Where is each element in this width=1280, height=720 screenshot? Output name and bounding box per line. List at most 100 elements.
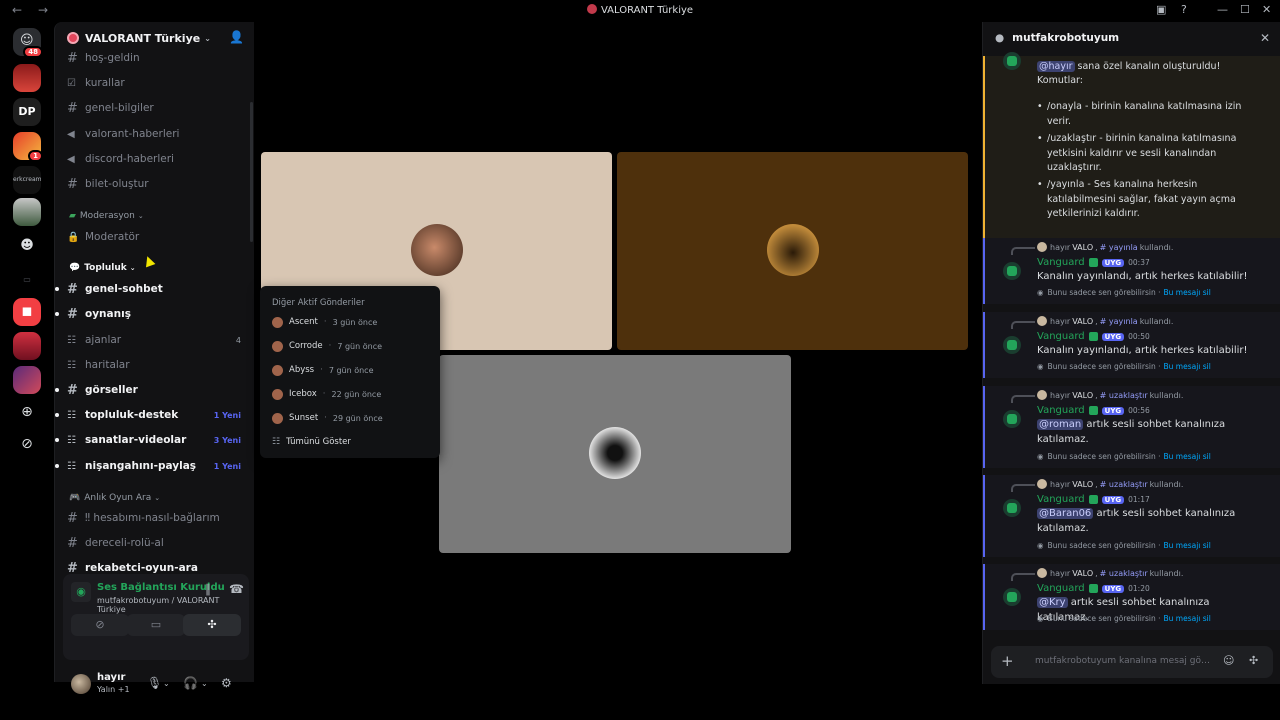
invite-people-icon[interactable]: 👤	[229, 30, 244, 44]
channel-item[interactable]: ☑ kurallar	[67, 73, 247, 93]
channel-item[interactable]: ☷ ajanlar 4	[67, 330, 247, 350]
channel-item[interactable]: # hoş-geldin	[67, 48, 247, 68]
channel-item[interactable]: ☷ topluluk-destek 1 Yeni	[55, 405, 247, 425]
user-mention[interactable]: @Kry	[1037, 597, 1068, 608]
plus-icon[interactable]: +	[1001, 652, 1014, 670]
command-name[interactable]: # yayınla	[1100, 243, 1138, 252]
server-icon[interactable]	[13, 332, 41, 360]
category-community[interactable]: 💬 Topluluk ⌄	[69, 263, 136, 273]
apps-icon[interactable]: ✣	[1249, 654, 1258, 667]
category-moderation[interactable]: ▰ Moderasyon ⌄	[69, 211, 144, 221]
reply-user[interactable]: hayır	[1050, 391, 1070, 400]
popup-item[interactable]: Sunset · 29 gün önce	[272, 410, 383, 426]
headphones-icon[interactable]: 🎧	[183, 676, 198, 690]
channel-item[interactable]: ◀ valorant-haberleri	[67, 124, 247, 144]
server-icon[interactable]: DP	[13, 98, 41, 126]
username[interactable]: hayır	[97, 672, 125, 683]
reply-user[interactable]: hayır	[1050, 317, 1070, 326]
delete-message-link[interactable]: Bu mesajı sil	[1164, 362, 1211, 371]
channel-item[interactable]: ☷ nişangahını-paylaş 1 Yeni	[55, 456, 247, 476]
command-name[interactable]: # uzaklaştır	[1100, 569, 1148, 578]
close-icon[interactable]: ✕	[1260, 31, 1270, 45]
screen-share-button[interactable]: ▭	[127, 614, 185, 636]
server-icon[interactable]: ▭	[13, 266, 41, 294]
participant-tile[interactable]	[439, 355, 791, 553]
add-server-icon[interactable]: ⊕	[17, 402, 37, 422]
camera-off-button[interactable]: ⊘	[71, 614, 129, 636]
server-icon[interactable]: ◼	[13, 298, 41, 326]
composer-placeholder[interactable]: mutfakrobotuyum kanalına mesaj gönder	[1035, 656, 1210, 666]
server-icon[interactable]	[13, 366, 41, 394]
category-lfg[interactable]: 🎮 Anlık Oyun Ara ⌄	[69, 493, 160, 503]
channel-item[interactable]: # genel-bilgiler	[67, 98, 247, 118]
show-all-link[interactable]: ☷ Tümünü Göster	[272, 434, 351, 450]
bot-avatar[interactable]	[1003, 588, 1021, 606]
voice-channel[interactable]: mutfakrobotuyum / VALORANT Türkiye	[97, 596, 249, 614]
bot-name[interactable]: Vanguard	[1037, 494, 1085, 505]
maximize-icon[interactable]: ☐	[1240, 3, 1250, 16]
home-button[interactable]: ☺ 48	[13, 28, 43, 58]
bot-name[interactable]: Vanguard	[1037, 257, 1085, 268]
hash-icon: #	[67, 535, 78, 551]
delete-message-link[interactable]: Bu mesajı sil	[1164, 288, 1211, 297]
settings-gear-icon[interactable]: ⚙	[221, 676, 232, 690]
sidebar-scrollbar[interactable]	[250, 102, 253, 242]
popup-item[interactable]: Ascent · 3 gün önce	[272, 314, 377, 330]
bot-name[interactable]: Vanguard	[1037, 331, 1085, 342]
channel-item[interactable]: ☷ sanatlar-videolar 3 Yeni	[55, 430, 247, 450]
activities-button[interactable]: ✣	[183, 614, 241, 636]
delete-message-link[interactable]: Bu mesajı sil	[1164, 614, 1211, 623]
channel-item[interactable]: ◀ discord-haberleri	[67, 149, 247, 169]
avatar[interactable]	[71, 674, 91, 694]
participant-tile[interactable]	[617, 152, 968, 350]
server-icon[interactable]: ☻	[13, 232, 41, 260]
popup-item[interactable]: Corrode · 7 gün önce	[272, 338, 382, 354]
bot-avatar[interactable]	[1003, 410, 1021, 428]
server-icon[interactable]: erkcream	[13, 166, 41, 194]
chevron-down-icon[interactable]: ⌄	[201, 679, 208, 688]
channel-item[interactable]: # genel-sohbet	[55, 279, 247, 299]
discover-icon[interactable]: ⊘	[17, 434, 37, 454]
help-icon[interactable]: ?	[1181, 3, 1187, 16]
server-icon[interactable]: 1	[13, 132, 43, 162]
noise-suppression-icon[interactable]: ∥	[205, 582, 211, 596]
bot-avatar[interactable]	[1003, 262, 1021, 280]
user-mention[interactable]: @hayır	[1037, 61, 1075, 72]
command-name[interactable]: # uzaklaştır	[1100, 480, 1148, 489]
reply-user[interactable]: hayır	[1050, 480, 1070, 489]
disconnect-icon[interactable]: ☎	[229, 582, 244, 596]
delete-message-link[interactable]: Bu mesajı sil	[1164, 541, 1211, 550]
server-icon[interactable]	[13, 198, 41, 226]
forum-icon: ☷	[272, 437, 281, 447]
channel-item[interactable]: # dereceli-rolü-al	[67, 533, 247, 553]
command-name[interactable]: # uzaklaştır	[1100, 391, 1148, 400]
reply-user[interactable]: hayır	[1050, 569, 1070, 578]
server-tag: VALO	[1072, 242, 1094, 252]
bot-avatar[interactable]	[1003, 499, 1021, 517]
channel-item[interactable]: # oynanış	[55, 304, 247, 324]
minimize-icon[interactable]: —	[1217, 3, 1228, 16]
popup-item[interactable]: Icebox · 22 gün önce	[272, 386, 381, 402]
inbox-icon[interactable]: ▣	[1156, 3, 1166, 16]
server-icon[interactable]	[13, 64, 41, 92]
microphone-icon[interactable]: 🎙	[147, 676, 162, 690]
channel-item[interactable]: # bilet-oluştur	[67, 174, 247, 194]
reply-user[interactable]: hayır	[1050, 243, 1070, 252]
server-tag: VALO	[1072, 390, 1094, 400]
bot-avatar[interactable]	[1003, 336, 1021, 354]
popup-item[interactable]: Abyss · 7 gün önce	[272, 362, 374, 378]
user-mention[interactable]: @Baran06	[1037, 508, 1094, 519]
close-window-icon[interactable]: ✕	[1262, 3, 1271, 16]
channel-item[interactable]: # görseller	[55, 380, 247, 400]
user-mention[interactable]: @roman	[1037, 419, 1084, 430]
channel-item[interactable]: # ‼ hesabımı-nasıl-bağlarım	[67, 508, 247, 528]
bot-name[interactable]: Vanguard	[1037, 405, 1085, 416]
channel-item[interactable]: 🔒 Moderatör	[67, 227, 247, 247]
bot-name[interactable]: Vanguard	[1037, 583, 1085, 594]
channel-item[interactable]: ☷ haritalar	[67, 355, 247, 375]
delete-message-link[interactable]: Bu mesajı sil	[1164, 452, 1211, 461]
message-composer[interactable]: + mutfakrobotuyum kanalına mesaj gönder …	[991, 646, 1273, 678]
chevron-down-icon[interactable]: ⌄	[163, 679, 170, 688]
emoji-icon[interactable]: ☺	[1223, 654, 1234, 667]
command-name[interactable]: # yayınla	[1100, 317, 1138, 326]
